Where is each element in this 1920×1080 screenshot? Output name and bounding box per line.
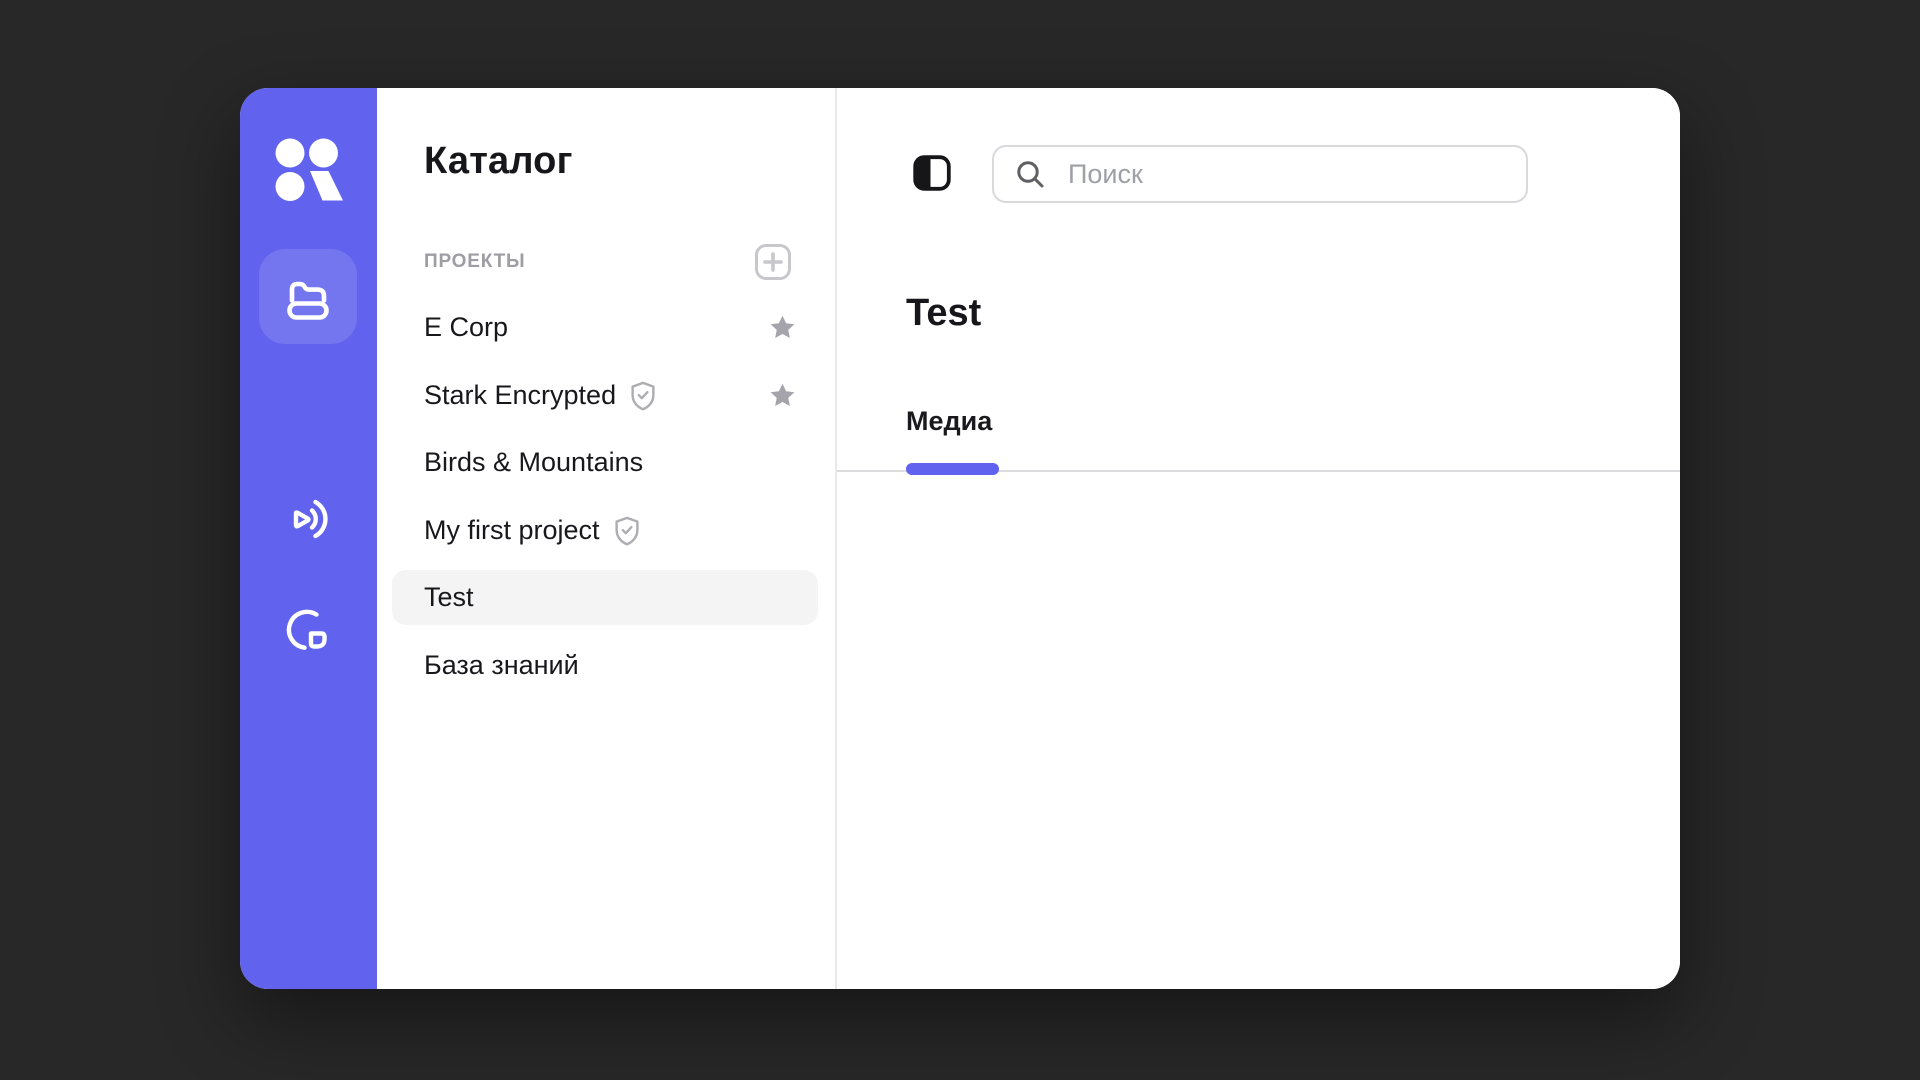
folder-icon — [284, 274, 332, 320]
rail-item-media[interactable] — [259, 472, 357, 567]
star-icon[interactable] — [767, 381, 798, 411]
panel-toggle-icon — [913, 155, 951, 191]
project-label: Birds & Mountains — [424, 447, 643, 478]
sidebar-toggle-button[interactable] — [913, 155, 951, 191]
project-row-birds-mountains[interactable]: Birds & Mountains — [392, 435, 818, 490]
pie-g-icon — [283, 605, 333, 655]
project-label: Stark Encrypted — [424, 380, 616, 411]
projects-section-label: ПРОЕКТЫ — [424, 251, 525, 273]
page-title: Test — [906, 292, 981, 335]
active-tab-indicator — [906, 463, 999, 475]
star-icon[interactable] — [767, 313, 798, 343]
catalog-panel: Каталог ПРОЕКТЫ E Corp Stark Encrypted — [377, 88, 837, 989]
projects-section-header: ПРОЕКТЫ — [424, 243, 791, 281]
project-label: E Corp — [424, 312, 508, 343]
shield-check-icon — [613, 516, 641, 546]
rail-item-catalog[interactable] — [259, 249, 357, 344]
project-row-knowledge-base[interactable]: База знаний — [392, 638, 818, 693]
tab-media[interactable]: Медиа — [906, 406, 992, 437]
icon-rail — [240, 88, 377, 989]
project-row-stark-encrypted[interactable]: Stark Encrypted — [392, 368, 818, 423]
shield-check-icon — [629, 381, 657, 411]
app-window: Каталог ПРОЕКТЫ E Corp Stark Encrypted — [240, 88, 1680, 989]
plus-icon — [762, 251, 784, 273]
play-broadcast-icon — [283, 497, 333, 543]
main-pane: Test Медиа — [837, 88, 1680, 989]
add-project-button[interactable] — [755, 244, 791, 280]
project-row-test[interactable]: Test — [392, 570, 818, 625]
catalog-title: Каталог — [424, 140, 573, 183]
search-box — [992, 145, 1528, 203]
project-row-my-first-project[interactable]: My first project — [392, 503, 818, 558]
app-logo-icon — [275, 138, 343, 202]
rail-item-analytics[interactable] — [259, 582, 357, 677]
search-input[interactable] — [992, 145, 1528, 203]
project-label: База знаний — [424, 650, 579, 681]
project-row-e-corp[interactable]: E Corp — [392, 300, 818, 355]
project-label: Test — [424, 582, 474, 613]
project-label: My first project — [424, 515, 600, 546]
